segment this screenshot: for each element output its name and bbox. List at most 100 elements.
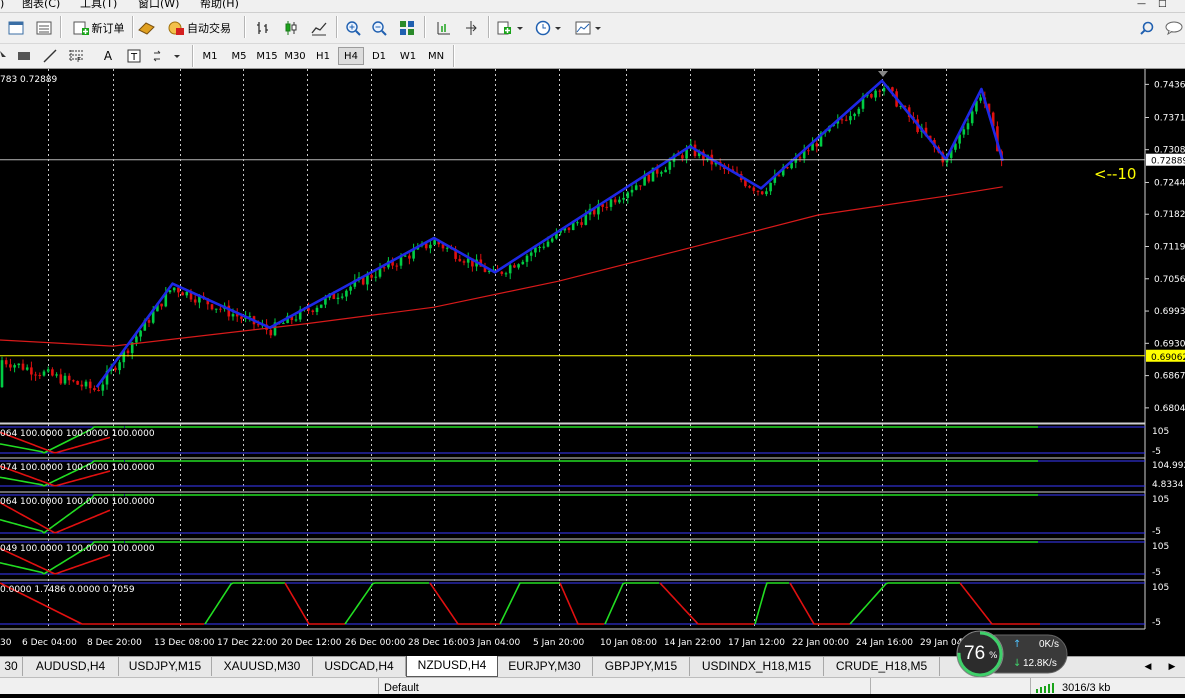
- fibonacci-tool-icon[interactable]: F: [66, 48, 86, 64]
- candlestick-chart-icon[interactable]: [280, 18, 302, 38]
- candle-bull: [185, 291, 189, 296]
- profiles-icon[interactable]: [6, 18, 26, 38]
- candle-bull: [508, 265, 512, 274]
- tab-audusd-h4[interactable]: AUDUSD,H4: [23, 657, 119, 676]
- tab-crude-h18-m5[interactable]: CRUDE_H18,M5: [824, 657, 940, 676]
- bar-chart-icon[interactable]: [252, 18, 274, 38]
- upload-arrow-icon: ↑: [1013, 639, 1022, 650]
- auto-scroll-icon[interactable]: [460, 18, 482, 38]
- candle-bull: [521, 261, 525, 265]
- menu-left-edge: ): [0, 0, 5, 10]
- candle-bull: [882, 87, 886, 92]
- timeframe-mn[interactable]: MN: [423, 47, 449, 65]
- menu-item-help[interactable]: 帮助(H): [200, 0, 239, 9]
- price-chart[interactable]: 783 0.72889<--100.743600.737130.730850.7…: [0, 69, 1185, 656]
- menu-bar: ) 图表(C) 工具(T) 窗口(W) 帮助(H) — □: [0, 0, 1185, 13]
- tab-eurjpy-m30[interactable]: EURJPY,M30: [497, 657, 593, 676]
- price-tick-label-3: 0.72445: [1154, 178, 1185, 188]
- candle-bear: [311, 310, 315, 312]
- rectangle-tool-icon[interactable]: [14, 48, 34, 64]
- trendline-tool-icon[interactable]: [40, 48, 60, 64]
- candle-bear: [59, 374, 63, 384]
- indicators-button[interactable]: [494, 18, 528, 38]
- timeframe-d1[interactable]: D1: [367, 47, 391, 65]
- candle-bear: [513, 265, 516, 268]
- timeframe-h1[interactable]: H1: [311, 47, 335, 65]
- tab-scroll-right-button[interactable]: ▶: [1162, 660, 1182, 674]
- tab-scroll-left-button[interactable]: ◀: [1138, 660, 1158, 674]
- tile-windows-icon[interactable]: [396, 18, 418, 38]
- candle-bull: [429, 244, 432, 249]
- candle-bull: [25, 367, 29, 370]
- tab-gbpjpy-m15[interactable]: GBPJPY,M15: [593, 657, 690, 676]
- connection-bars-icon: [1036, 682, 1058, 698]
- market-watch-icon[interactable]: [34, 18, 54, 38]
- indicator-scale-bottom-3: -5: [1152, 527, 1161, 537]
- price-tick-label-9: 0.68675: [1154, 372, 1185, 382]
- candle-bull: [664, 169, 667, 173]
- periodicity-button[interactable]: [532, 18, 566, 38]
- tab-usdindx-h18-m15[interactable]: USDINDX_H18,M15: [690, 657, 824, 676]
- candle-bear: [605, 206, 609, 208]
- profile-name: Default: [384, 682, 419, 694]
- timeframe-h4[interactable]: H4: [338, 47, 364, 65]
- indicator-scale-bottom-4: -5: [1152, 568, 1161, 578]
- zoom-out-icon[interactable]: [368, 18, 390, 38]
- svg-text:T: T: [130, 52, 138, 63]
- network-speed-widget[interactable]: 76 % ↑ 0K/s ↓ 12.8K/s: [955, 627, 1069, 677]
- time-tick-label-7: 28 Dec 16:00: [408, 638, 469, 648]
- cursor-icon[interactable]: [0, 48, 8, 64]
- candle-bear: [382, 267, 386, 269]
- indicator-label-5: 0.0000 1.7486 0.0000 0.7059: [0, 585, 135, 595]
- text-tool-icon[interactable]: A: [98, 48, 118, 64]
- candle-bear: [34, 374, 37, 376]
- candle-bull: [769, 182, 772, 192]
- candle-bull: [529, 252, 533, 256]
- arrow-annotation: <--10: [1094, 165, 1136, 183]
- download-arrow-icon: ↓: [1013, 658, 1022, 669]
- candle-bull: [525, 255, 529, 262]
- price-tick-label-6: 0.70565: [1154, 275, 1185, 285]
- tab-30[interactable]: 30: [0, 657, 23, 676]
- timeframe-m30[interactable]: M30: [282, 47, 308, 65]
- metaeditor-icon[interactable]: [136, 18, 158, 38]
- tab-usdcad-h4[interactable]: USDCAD,H4: [313, 657, 406, 676]
- candle-bull: [433, 240, 436, 245]
- menu-item-window[interactable]: 窗口(W): [138, 0, 179, 9]
- svg-text:F: F: [77, 56, 81, 63]
- candle-bear: [9, 364, 12, 368]
- upload-speed: 0K/s: [1039, 639, 1060, 650]
- time-tick-label-5: 20 Dec 12:00: [281, 638, 342, 648]
- candle-bull: [319, 304, 323, 308]
- new-order-button[interactable]: 新订单: [66, 18, 130, 38]
- candle-bull: [231, 314, 235, 317]
- standard-toolbar: 新订单 自动交易: [0, 13, 1185, 44]
- candle-bear: [408, 255, 411, 259]
- drawing-toolbar: F A T M1 M5 M15 M30 H1 H4 D1 W1 MN: [0, 44, 1185, 69]
- candle-bear: [51, 369, 54, 376]
- timeframe-m5[interactable]: M5: [227, 47, 251, 65]
- candle-bear: [840, 119, 844, 121]
- line-chart-icon[interactable]: [308, 18, 330, 38]
- tab-xauusd-m30[interactable]: XAUUSD,M30: [212, 657, 313, 676]
- indicator-scale-bottom-2: 4.8334: [1152, 480, 1184, 490]
- tab-usdjpy-m15[interactable]: USDJPY,M15: [119, 657, 212, 676]
- search-icon[interactable]: [1138, 18, 1156, 38]
- text-label-tool-icon[interactable]: T: [124, 48, 144, 64]
- timeframe-m15[interactable]: M15: [254, 47, 280, 65]
- candle-bear: [844, 119, 848, 121]
- timeframe-m1[interactable]: M1: [198, 47, 222, 65]
- timeframe-w1[interactable]: W1: [395, 47, 421, 65]
- menu-item-tools[interactable]: 工具(T): [80, 0, 117, 9]
- candle-bear: [647, 174, 651, 182]
- templates-button[interactable]: [572, 18, 606, 38]
- chart-shift-icon[interactable]: [432, 18, 454, 38]
- chat-icon[interactable]: [1164, 18, 1184, 38]
- window-restore-button[interactable]: □: [1158, 0, 1167, 10]
- tab-nzdusd-h4[interactable]: NZDUSD,H4: [406, 656, 498, 677]
- auto-trading-button[interactable]: 自动交易: [162, 18, 236, 38]
- zoom-in-icon[interactable]: [342, 18, 364, 38]
- arrows-tool-button[interactable]: [150, 48, 184, 64]
- menu-item-chart[interactable]: 图表(C): [22, 0, 60, 9]
- window-minimize-button[interactable]: —: [1137, 0, 1146, 10]
